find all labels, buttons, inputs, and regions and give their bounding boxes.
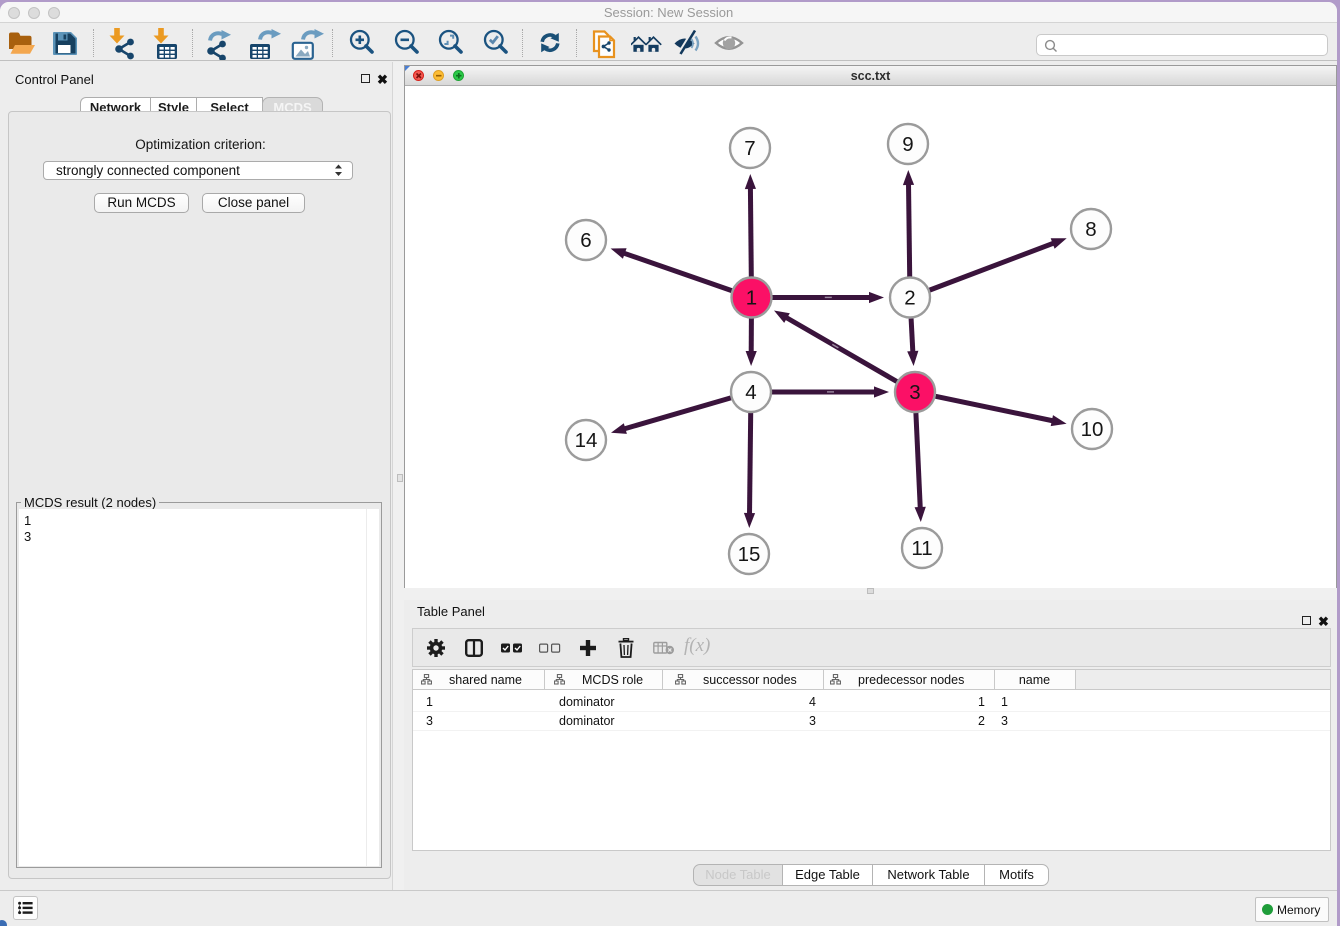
svg-text:11: 11 xyxy=(911,537,932,560)
svg-text:1: 1 xyxy=(746,287,757,310)
svg-text:9: 9 xyxy=(902,133,913,156)
svg-text:7: 7 xyxy=(744,137,755,160)
svg-text:14: 14 xyxy=(575,429,598,452)
svg-text:2: 2 xyxy=(904,287,915,310)
svg-text:3: 3 xyxy=(909,381,920,404)
svg-text:8: 8 xyxy=(1085,218,1096,241)
svg-text:4: 4 xyxy=(745,381,756,404)
svg-text:10: 10 xyxy=(1081,418,1104,441)
svg-text:6: 6 xyxy=(580,229,591,252)
svg-text:15: 15 xyxy=(738,543,761,566)
